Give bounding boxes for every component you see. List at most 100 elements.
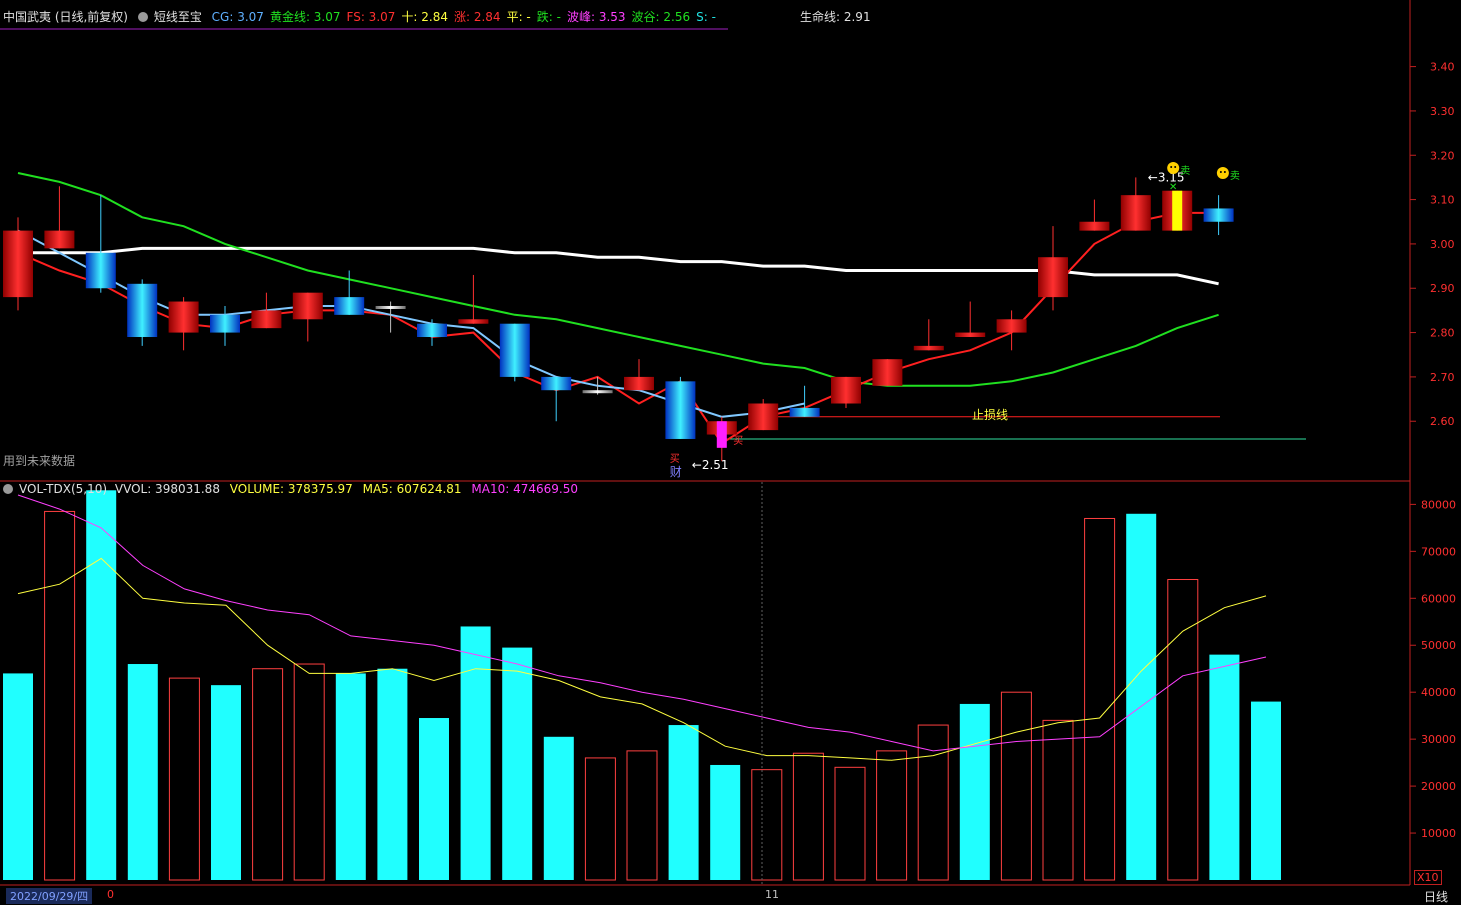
candle-body	[1038, 257, 1068, 298]
indicator-field: FS: 3.07	[346, 10, 396, 24]
future-data-note: 用到未来数据	[3, 454, 76, 468]
candle-body	[292, 292, 323, 320]
volume-bar	[293, 663, 325, 881]
volume-bar	[792, 752, 824, 881]
volume-tick-label: 40000	[1421, 686, 1456, 699]
buy-marker: 买	[670, 453, 680, 465]
volume-bar	[959, 703, 990, 880]
volume-bar	[1126, 513, 1157, 880]
stock-title[interactable]: 中国武夷 (日线,前复权)	[3, 10, 128, 24]
price-tick-label: 3.40	[1430, 61, 1455, 74]
candle-body	[1203, 208, 1234, 222]
price-tick-label: 2.70	[1430, 371, 1455, 384]
candle-body	[624, 376, 654, 391]
stop-loss-label: 止损线	[972, 408, 1008, 422]
volume-tick-label: 20000	[1421, 780, 1456, 793]
volume-bar	[1042, 719, 1074, 881]
candle-body	[541, 376, 572, 391]
volume-bar	[834, 766, 866, 881]
candle-body	[996, 319, 1027, 333]
volume-indicator-name[interactable]: VOL-TDX(5,10)	[19, 482, 107, 496]
indicator-field: 跌: -	[536, 10, 561, 24]
smiley-eye	[1170, 166, 1173, 168]
volume-bar	[86, 490, 117, 880]
volume-tick-label: 70000	[1421, 545, 1456, 558]
candle-body	[872, 359, 903, 386]
candle-body	[168, 301, 199, 333]
volume-bar	[3, 673, 33, 880]
price-tick-label: 2.90	[1430, 282, 1455, 295]
volume-bar	[335, 673, 366, 880]
candle-body	[582, 390, 613, 394]
volume-bar	[377, 668, 408, 880]
volume-bar	[710, 764, 741, 880]
volume-ma5-line	[17, 557, 1267, 761]
indicator-field: CG: 3.07	[211, 10, 264, 24]
smiley-icon	[1216, 167, 1229, 179]
candle-body	[251, 310, 282, 329]
candle-body	[665, 381, 696, 439]
volume-ma10-line	[17, 494, 1267, 752]
period-tab-daily[interactable]: 日线	[1424, 888, 1448, 905]
candle-body	[3, 230, 33, 298]
candle-body	[789, 407, 820, 417]
volume-bar	[127, 664, 158, 880]
smiley-eye	[1219, 171, 1222, 173]
indicator-fields: CG: 3.07 黄金线: 3.07 FS: 3.07 十: 2.84 涨: 2.84 平…	[212, 10, 722, 24]
candle-body	[210, 314, 240, 333]
candle-body	[955, 332, 986, 338]
indicator-field: 十: 2.84	[401, 10, 448, 24]
smiley-icon	[1167, 162, 1180, 174]
volume-bar	[1000, 691, 1032, 881]
volume-bar	[543, 736, 574, 880]
chart-canvas: 3.40 3.30 3.20 3.10 3.00 2.90 2.80 2.70 2.60 止损线 ←…	[0, 0, 1456, 886]
smiley-eye	[1174, 166, 1177, 168]
volume-toggle-icon[interactable]	[3, 484, 13, 494]
indicator-field: S: -	[696, 10, 716, 24]
price-header: 中国武夷 (日线,前复权) 短线至宝 CG: 3.07 黄金线: 3.07 FS: …	[3, 8, 728, 25]
indicator-toggle-icon[interactable]	[137, 12, 148, 22]
ma10-value: MA10: 474669.50	[471, 482, 578, 496]
indicator-name[interactable]: 短线至宝	[154, 10, 202, 24]
lifeline-value: 生命线: 2.91	[800, 10, 871, 24]
candle-body	[85, 252, 116, 289]
volume-bar	[751, 769, 783, 881]
month-tick-label: 11	[765, 888, 779, 901]
candle-body	[499, 323, 530, 377]
scale-x10-button[interactable]: X10	[1414, 870, 1442, 885]
candle-body	[1079, 221, 1110, 231]
volume-bar	[252, 668, 284, 881]
volume-bar	[1251, 701, 1281, 880]
sell-marker: 卖	[1230, 170, 1240, 182]
indicator-field: 黄金线: 3.07	[269, 10, 341, 24]
volume-bar	[1167, 579, 1199, 881]
volume-bar	[44, 510, 76, 881]
volume-bar	[419, 718, 449, 880]
candle-body	[913, 345, 944, 351]
price-tick-label: 3.10	[1430, 194, 1455, 207]
indicator-field: 波峰: 3.53	[566, 10, 626, 24]
volume-bar	[626, 750, 658, 881]
volume-value: VOLUME: 378375.97	[229, 482, 353, 496]
candle-body	[334, 297, 365, 315]
finance-event-marker: 财	[670, 465, 682, 479]
volume-tick-label: 30000	[1421, 733, 1456, 746]
indicator-field: 波谷: 2.56	[631, 10, 691, 24]
volume-bar	[502, 647, 533, 880]
volume-bar	[211, 685, 241, 880]
volume-bar	[1084, 517, 1116, 881]
ma5-value: MA5: 607624.81	[362, 482, 462, 496]
high-price-label: ←3.15	[1148, 170, 1185, 184]
indicator-field: 涨: 2.84	[453, 10, 501, 24]
volume-bar	[1209, 654, 1240, 880]
volume-tick-label: 10000	[1421, 827, 1456, 840]
price-tick-label: 2.60	[1430, 415, 1455, 428]
price-tick-label: 2.80	[1430, 327, 1455, 340]
volume-bar	[168, 677, 200, 881]
volume-bar	[876, 750, 908, 881]
price-tick-label: 3.00	[1430, 238, 1455, 251]
candle-body	[458, 319, 489, 324]
candle-body	[417, 323, 447, 338]
candle-body	[44, 230, 75, 249]
volume-header: VOL-TDX(5,10) VVOL: 398031.88 VOLUME: 37…	[3, 482, 584, 496]
